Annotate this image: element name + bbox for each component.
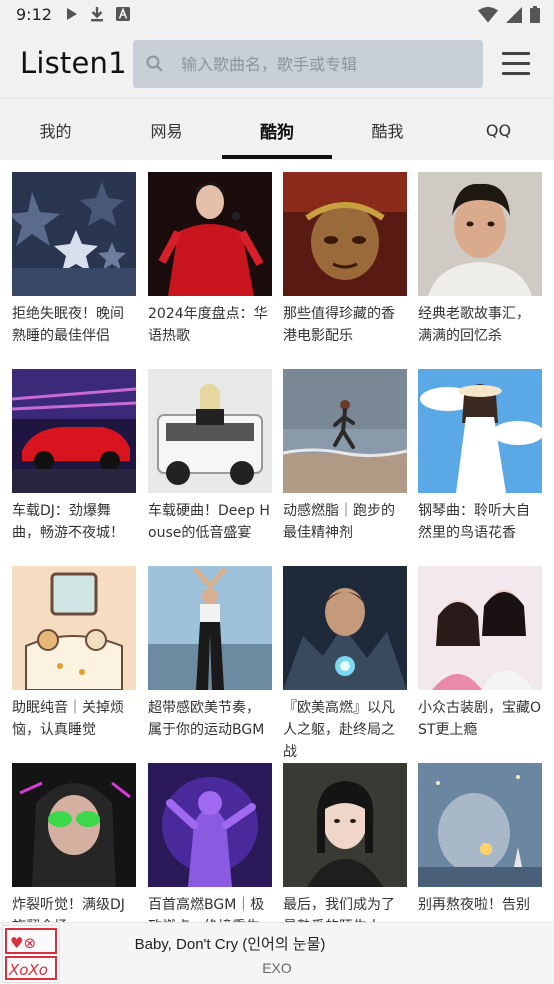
playlist-title: 拒绝失眠夜！晚间熟睡的最佳伴侣 — [12, 306, 124, 344]
now-playing-bar[interactable]: ♥⊗ XoXo Baby, Don't Cry (인어의 눈물) EXO — [0, 922, 554, 984]
status-time: 9:12 — [16, 5, 52, 24]
playlist-card[interactable]: 拒绝失眠夜！晚间熟睡的最佳伴侣 — [12, 172, 136, 369]
short-hair-girl-cover — [283, 763, 407, 887]
playlist-card[interactable]: 2024年度盘点：华语热歌 — [148, 172, 272, 369]
red-dress-singer-cover — [148, 172, 272, 296]
neon-sunglasses-girl-cover — [12, 763, 136, 887]
male-singer-portrait-cover — [418, 172, 542, 296]
hamburger-menu-icon[interactable] — [500, 49, 532, 79]
cartoon-bedroom-cover — [12, 566, 136, 690]
playlist-title: 2024年度盘点：华语热歌 — [148, 306, 268, 344]
playlist-title: 车载DJ：劲爆舞曲，畅游不夜城！ — [12, 503, 124, 541]
beach-runner-cover — [283, 369, 407, 493]
playlist-card[interactable]: 小众古装剧，宝藏OST更上瘾 — [418, 566, 542, 763]
playlist-title: 经典老歌故事汇，满满的回忆杀 — [418, 306, 530, 344]
playlist-card[interactable]: 动感燃脂｜跑步的最佳精神剂 — [283, 369, 407, 566]
playlist-card[interactable]: 助眠纯音｜关掉烦恼，认真睡觉 — [12, 566, 136, 763]
playlist-card[interactable]: 钢琴曲：聆听大自然里的鸟语花香 — [418, 369, 542, 566]
playlist-title: 『欧美高燃』以凡人之躯，赴终局之战 — [283, 700, 395, 760]
status-notification-icons — [66, 6, 130, 22]
search-input[interactable] — [165, 40, 483, 88]
tab-kuwo[interactable]: 酷我 — [332, 99, 443, 161]
playlist-title: 小众古装剧，宝藏OST更上瘾 — [418, 700, 542, 738]
white-suv-cover — [148, 369, 272, 493]
wifi-icon — [478, 6, 498, 22]
a-box-icon — [116, 7, 130, 21]
tab-mine[interactable]: 我的 — [0, 99, 111, 161]
battery-icon — [530, 6, 540, 23]
playlist-title: 最后，我们成为了最熟悉的陌生人 — [283, 897, 395, 922]
playlist-title: 钢琴曲：聆听大自然里的鸟语花香 — [418, 503, 530, 541]
tab-qq[interactable]: QQ — [443, 99, 554, 161]
monkey-king-cover — [283, 172, 407, 296]
playlist-title: 车载硬曲！Deep House的低音盛宴 — [148, 503, 270, 541]
playlist-title: 超带感欧美节奏，属于你的运动BGM — [148, 700, 265, 738]
search-box[interactable] — [133, 40, 483, 88]
playlist-title: 动感燃脂｜跑步的最佳精神剂 — [283, 503, 395, 541]
playlist-card[interactable]: 车载硬曲！Deep House的低音盛宴 — [148, 369, 272, 566]
playlist-title: 别再熬夜啦！告别 — [418, 897, 530, 913]
now-playing-title: Baby, Don't Cry (인어의 눈물) — [134, 936, 326, 953]
playlist-title: 助眠纯音｜关掉烦恼，认真睡觉 — [12, 700, 124, 738]
tab-kugou[interactable]: 酷狗 — [222, 99, 332, 161]
signal-icon — [506, 6, 522, 23]
status-bar: 9:12 — [0, 0, 554, 30]
tab-netease[interactable]: 网易 — [111, 99, 222, 161]
now-playing-artist: EXO — [262, 960, 292, 976]
search-icon — [146, 55, 163, 72]
download-icon — [91, 7, 103, 22]
playlist-card[interactable]: 那些值得珍藏的香港电影配乐 — [283, 172, 407, 369]
svg-text:XoXo: XoXo — [8, 961, 48, 979]
playlist-title: 那些值得珍藏的香港电影配乐 — [283, 306, 395, 344]
playlist-grid: 拒绝失眠夜！晚间熟睡的最佳伴侣 2024年度盘点：华语热歌 那些值得珍藏的香港电… — [0, 160, 554, 922]
playlist-title: 炸裂听觉！满级DJ旋翻全场 — [12, 897, 125, 922]
tab-bar: 我的 网易 酷狗 酷我 QQ — [0, 98, 554, 160]
costume-drama-couple-cover — [418, 566, 542, 690]
fitness-woman-cover — [148, 566, 272, 690]
playlist-card[interactable]: 炸裂听觉！满级DJ旋翻全场 — [12, 763, 136, 922]
active-tab-indicator — [222, 155, 332, 159]
anime-girl-sky-cover — [418, 369, 542, 493]
purple-warrior-cover — [148, 763, 272, 887]
playlist-card[interactable]: 百首高燃BGM｜极致燃点，绝境重生 — [148, 763, 272, 922]
app-header: Listen1 — [0, 30, 554, 98]
status-system-icons — [478, 6, 540, 23]
title-fade — [355, 931, 405, 959]
playlist-title: 百首高燃BGM｜极致燃点，绝境重生 — [148, 897, 265, 922]
svg-text:♥⊗: ♥⊗ — [10, 934, 36, 952]
exo-logo-icon: ♥⊗ XoXo — [5, 928, 57, 980]
playlist-card[interactable]: 别再熬夜啦！告别 — [418, 763, 542, 922]
playlist-card[interactable]: 超带感欧美节奏，属于你的运动BGM — [148, 566, 272, 763]
red-sports-car-cover — [12, 369, 136, 493]
playlist-card[interactable]: 车载DJ：劲爆舞曲，畅游不夜城！ — [12, 369, 136, 566]
iron-man-cover — [283, 566, 407, 690]
playlist-card[interactable]: 『欧美高燃』以凡人之躯，赴终局之战 — [283, 566, 407, 763]
playlist-card[interactable]: 最后，我们成为了最熟悉的陌生人 — [283, 763, 407, 922]
exo-logo-cover[interactable]: ♥⊗ XoXo — [2, 925, 60, 983]
app-title: Listen1 — [20, 46, 127, 80]
playlist-card[interactable]: 经典老歌故事汇，满满的回忆杀 — [418, 172, 542, 369]
play-icon — [67, 8, 77, 20]
bear-night-sky-cover — [418, 763, 542, 887]
night-stars-cover — [12, 172, 136, 296]
